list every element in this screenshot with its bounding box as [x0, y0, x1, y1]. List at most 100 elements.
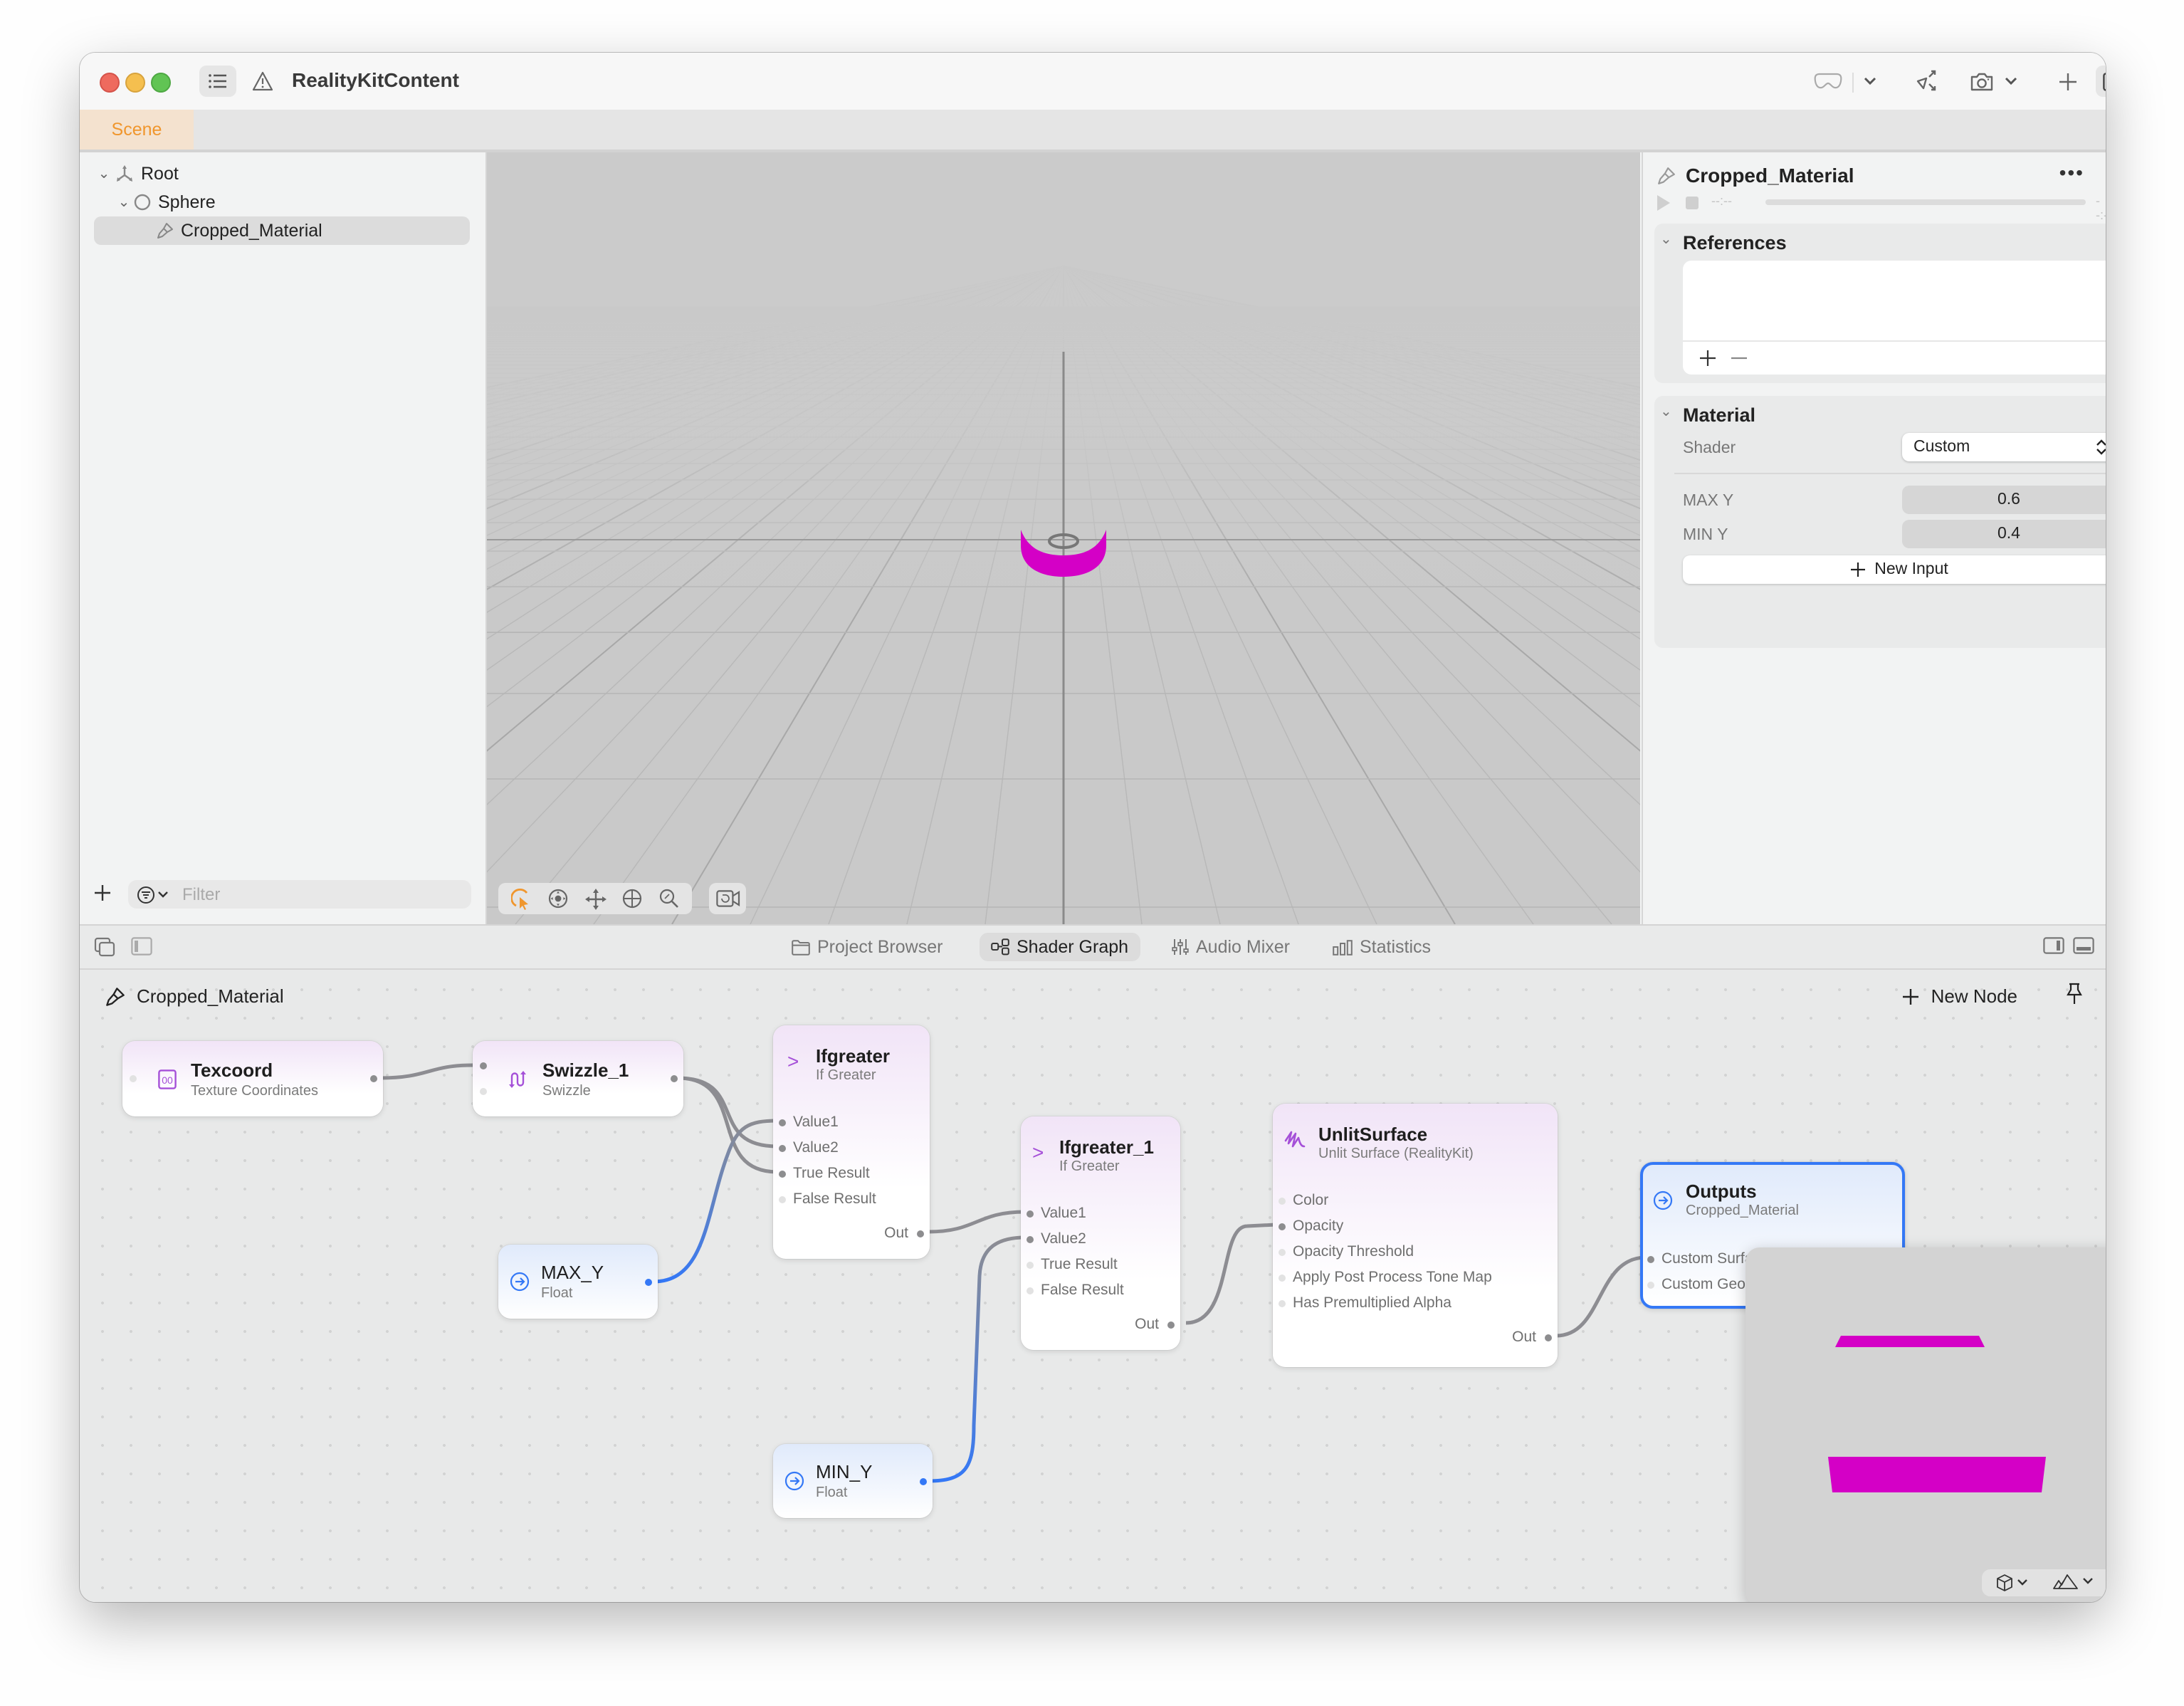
more-options-button[interactable]: •••	[2059, 161, 2084, 184]
chevron-down-icon[interactable]: ⌄	[97, 166, 111, 182]
scene-viewport[interactable]	[487, 152, 1640, 924]
input-port-true-result[interactable]: True Result	[779, 1165, 870, 1182]
camera-reset-button[interactable]	[709, 883, 746, 914]
input-port[interactable]	[480, 1088, 487, 1095]
bar-chart-icon	[1333, 939, 1353, 955]
input-port[interactable]	[130, 1075, 137, 1082]
remove-reference-button[interactable]	[1731, 350, 1747, 366]
input-port-value1[interactable]: Value1	[1027, 1205, 1086, 1222]
material-preview[interactable]	[1745, 1247, 2106, 1602]
min-y-field[interactable]: 0.4	[1902, 520, 2106, 548]
bottom-panel-toggle-icon[interactable]	[2073, 937, 2094, 954]
input-port-opacity[interactable]: Opacity	[1279, 1218, 1343, 1235]
add-entity-button[interactable]	[94, 884, 111, 901]
close-window-button[interactable]	[100, 73, 120, 93]
stop-button[interactable]	[1686, 197, 1699, 209]
timeline-scrubber[interactable]	[1765, 199, 2086, 205]
output-port-out[interactable]: Out	[1135, 1316, 1175, 1333]
node-title: Outputs	[1686, 1181, 1757, 1202]
minimize-window-button[interactable]	[125, 73, 145, 93]
preview-environment-menu[interactable]	[2053, 1574, 2093, 1589]
sidebar-right-toggle-icon[interactable]	[2043, 937, 2064, 954]
tab-audio-mixer[interactable]: Audio Mixer	[1160, 933, 1301, 961]
input-port[interactable]	[480, 1062, 487, 1069]
chevron-down-icon[interactable]: ⌄	[1660, 404, 1672, 420]
input-port-value2[interactable]: Value2	[1027, 1230, 1086, 1247]
chevron-down-icon[interactable]: ⌄	[1660, 232, 1672, 248]
windows-stack-icon[interactable]	[94, 937, 117, 957]
references-list[interactable]	[1683, 261, 2106, 375]
input-port-true-result[interactable]: True Result	[1027, 1256, 1118, 1273]
input-port-opacity-threshold[interactable]: Opacity Threshold	[1279, 1243, 1414, 1260]
sidebar-left-icon[interactable]	[131, 937, 152, 956]
preview-mesh-menu[interactable]	[1996, 1574, 2027, 1592]
orbit-tool-button[interactable]	[541, 884, 575, 913]
zoom-window-button[interactable]	[151, 73, 171, 93]
chevron-down-icon	[2083, 1578, 2093, 1584]
chevron-down-icon	[2017, 1579, 2027, 1586]
chevron-down-icon[interactable]: ⌄	[117, 194, 131, 210]
wire-unlit-to-custom-surface[interactable]	[1555, 1255, 1647, 1338]
add-button[interactable]	[2053, 66, 2081, 97]
material-heading: Material	[1683, 404, 1756, 426]
filter-icon[interactable]	[137, 885, 155, 904]
wire-ifgreater1-to-opacity[interactable]	[1185, 1223, 1276, 1325]
wire-ifgreater-to-value1[interactable]	[928, 1210, 1026, 1234]
input-port-false-result[interactable]: False Result	[779, 1190, 876, 1208]
node-ifgreater[interactable]: > Ifgreater If Greater Value1 Value2 Tru…	[773, 1025, 930, 1259]
input-port-false-result[interactable]: False Result	[1027, 1282, 1124, 1299]
new-input-button[interactable]: New Input	[1683, 555, 2106, 584]
add-reference-button[interactable]	[1700, 350, 1716, 366]
play-icon[interactable]	[1657, 195, 1670, 211]
wire-swizzle-to-value2[interactable]	[677, 1076, 778, 1148]
tree-item-root[interactable]: ⌄ Root	[97, 159, 179, 188]
video-camera-icon	[715, 890, 740, 907]
node-subtitle: Swizzle	[542, 1084, 591, 1099]
vision-pro-button[interactable]	[1810, 66, 1847, 97]
issues-button[interactable]	[248, 66, 276, 97]
output-port[interactable]	[671, 1075, 678, 1082]
node-min-y[interactable]: MIN_Y Float	[773, 1444, 933, 1518]
filter-field[interactable]: Filter	[128, 880, 471, 909]
node-ifgreater-1[interactable]: > Ifgreater_1 If Greater Value1 Value2 T…	[1021, 1116, 1180, 1350]
play-simulation-button[interactable]	[1911, 66, 1942, 97]
output-port[interactable]	[920, 1478, 927, 1485]
dolly-tool-button[interactable]	[615, 884, 649, 913]
tab-statistics[interactable]: Statistics	[1321, 933, 1442, 961]
tree-item-sphere[interactable]: ⌄ Sphere	[117, 188, 216, 216]
output-port-out[interactable]: Out	[884, 1225, 924, 1242]
toggle-navigator-button[interactable]	[199, 66, 236, 97]
node-texcoord[interactable]: 00 Texcoord Texture Coordinates	[122, 1041, 383, 1116]
toggle-inspector-button[interactable]	[2096, 66, 2106, 97]
device-menu-button[interactable]	[1859, 66, 1879, 97]
app-window: RealityKitContent Scene ⌄ Root ⌄ Sphere …	[80, 53, 2106, 1602]
shader-select[interactable]: Custom	[1902, 433, 2106, 461]
snapshot-button[interactable]	[1966, 66, 1997, 97]
input-port-value2[interactable]: Value2	[779, 1139, 839, 1156]
node-subtitle: Unlit Surface (RealityKit)	[1318, 1146, 1474, 1162]
shader-graph-canvas[interactable]: Cropped_Material New Node 00 Texcoord Te…	[80, 970, 2106, 1602]
input-port-value1[interactable]: Value1	[779, 1114, 839, 1131]
input-port-premultiplied-alpha[interactable]: Has Premultiplied Alpha	[1279, 1294, 1451, 1312]
select-tool-button[interactable]	[504, 884, 538, 913]
node-subtitle: Float	[816, 1485, 848, 1501]
node-max-y[interactable]: MAX_Y Float	[498, 1245, 658, 1319]
tab-shader-graph[interactable]: Shader Graph	[980, 933, 1140, 961]
tab-project-browser[interactable]: Project Browser	[780, 933, 954, 961]
input-port-tone-map[interactable]: Apply Post Process Tone Map	[1279, 1269, 1492, 1286]
max-y-label: MAX Y	[1683, 493, 1734, 510]
zoom-tool-button[interactable]	[652, 884, 686, 913]
tab-scene[interactable]: Scene	[80, 110, 194, 150]
node-unlit-surface[interactable]: UnlitSurface Unlit Surface (RealityKit) …	[1273, 1104, 1558, 1367]
wire-texcoord-to-swizzle[interactable]	[379, 1063, 473, 1080]
output-port[interactable]	[370, 1075, 377, 1082]
tree-item-cropped-material[interactable]: Cropped_Material	[157, 216, 322, 245]
max-y-field[interactable]: 0.6	[1902, 486, 2106, 514]
pan-tool-button[interactable]	[578, 884, 612, 913]
input-port-color[interactable]: Color	[1279, 1192, 1328, 1209]
snapshot-menu-button[interactable]	[2000, 66, 2020, 97]
wire-min-y-to-value2[interactable]	[928, 1235, 1026, 1483]
output-port[interactable]	[645, 1279, 652, 1286]
node-swizzle-1[interactable]: Swizzle_1 Swizzle	[473, 1041, 683, 1116]
output-port-out[interactable]: Out	[1512, 1329, 1552, 1346]
